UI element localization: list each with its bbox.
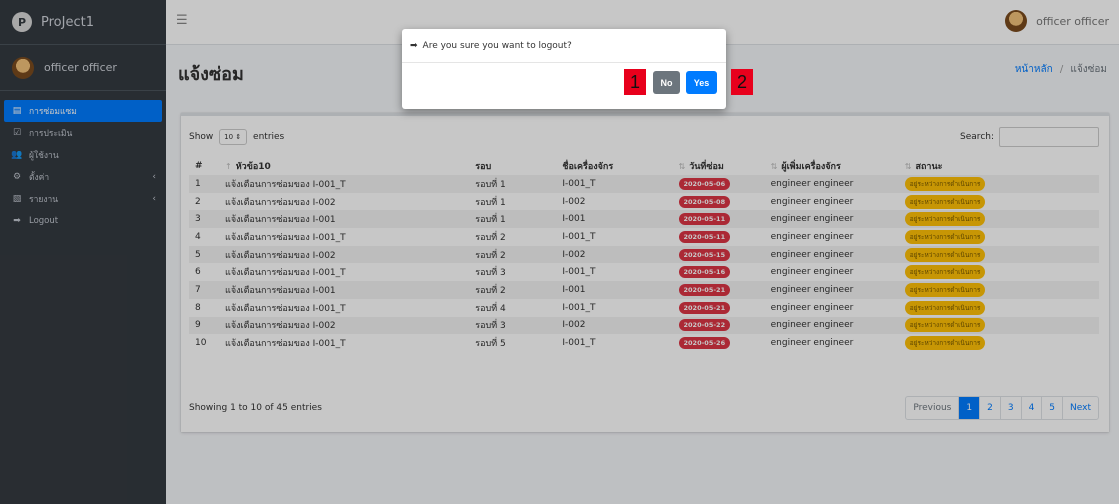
app-root: P ProJect1 officer officer ▤ การซ่อมแซม ☑ ก… <box>0 0 1119 504</box>
annotation-marker-2: 2 <box>731 69 753 95</box>
dialog-message: Are you sure you want to logout? <box>422 40 572 51</box>
annotation-marker-1: 1 <box>624 69 646 95</box>
yes-button[interactable]: Yes <box>686 71 717 94</box>
logout-confirm-dialog: ➡ Are you sure you want to logout? 1 No … <box>402 29 753 109</box>
dialog-body: 1 No Yes 2 <box>402 63 753 109</box>
dialog-header: ➡ Are you sure you want to logout? <box>402 29 726 63</box>
no-button[interactable]: No <box>653 71 680 94</box>
logout-icon: ➡ <box>410 40 418 51</box>
